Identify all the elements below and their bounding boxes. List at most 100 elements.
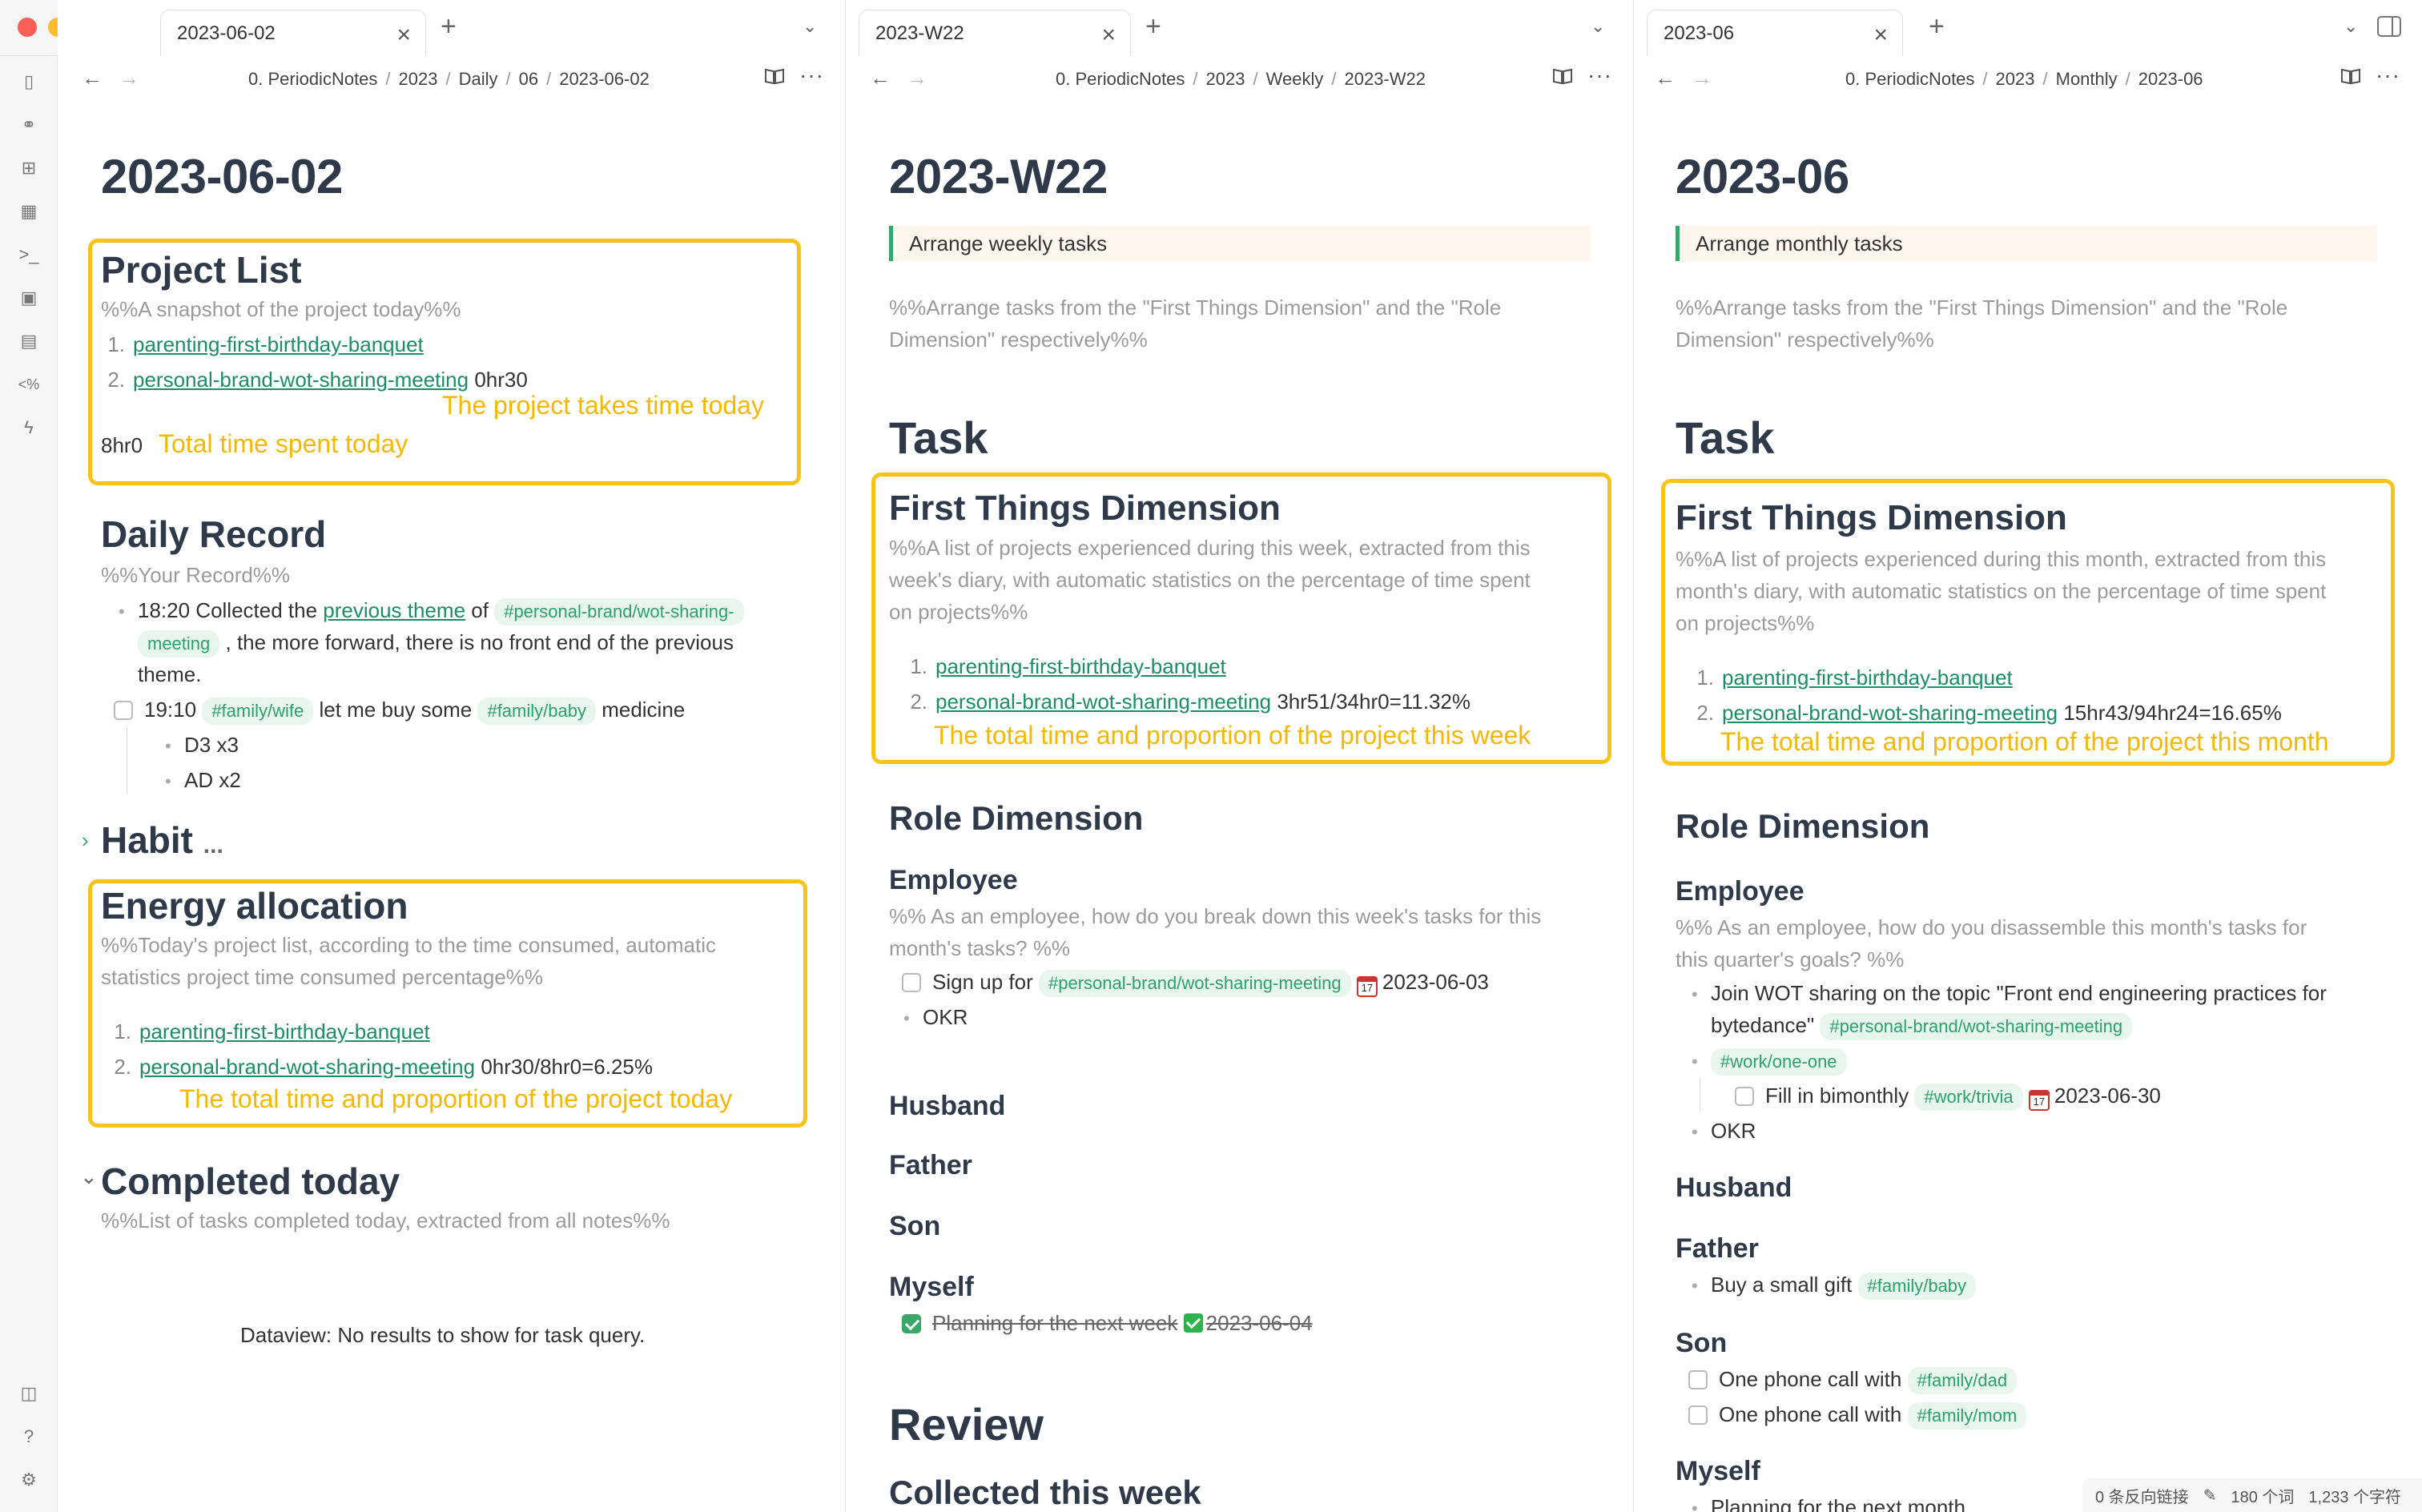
more-options-icon[interactable]: ··· — [1587, 62, 1612, 88]
heading-review: Review — [889, 1399, 1044, 1450]
calendar-icon[interactable]: ▦ — [18, 200, 40, 223]
dataview-message: Dataview: No results to show for task qu… — [240, 1323, 646, 1347]
tab-daily[interactable]: 2023-06-02 × — [160, 10, 426, 56]
more-options-icon[interactable]: ··· — [2376, 62, 2400, 88]
pane-monthly: 2023-06 × + ⌄ ← → 0. PeriodicNotes/2023/… — [1634, 0, 2422, 1512]
tab-label: 2023-06-02 — [177, 22, 276, 44]
reading-view-icon[interactable] — [764, 67, 785, 85]
heading-role-dimension: Role Dimension — [1676, 807, 1930, 845]
tab-bar: 2023-06-02 × + ⌄ — [58, 0, 845, 56]
tab-monthly[interactable]: 2023-06 × — [1647, 10, 1903, 56]
tag[interactable]: #personal-brand/wot-sharing-meeting — [1820, 1013, 2133, 1040]
highlight-box — [88, 879, 807, 1128]
comment: %%Arrange tasks from the "First Things D… — [889, 296, 1502, 320]
task-item: 19:10 #family/wife let me buy some #fami… — [114, 694, 685, 726]
new-tab-icon[interactable]: + — [1929, 11, 1945, 42]
vault-icon[interactable]: ◫ — [18, 1382, 40, 1405]
ribbon: ▯ ⚭ ⊞ ▦ >_ ▣ ▤ <% ϟ ◫ ? ⚙ — [0, 56, 58, 1512]
task-checkbox[interactable] — [1688, 1370, 1708, 1389]
chevron-down-icon[interactable]: ⌄ — [2344, 16, 2358, 37]
breadcrumb-item[interactable]: 2023-W22 — [1344, 69, 1426, 89]
fold-chevron-icon[interactable]: › — [82, 828, 89, 853]
breadcrumb-item[interactable]: Monthly — [2056, 69, 2118, 89]
breadcrumb-item[interactable]: 0. PeriodicNotes — [1845, 69, 1974, 89]
right-sidebar-toggle-icon[interactable] — [2377, 16, 2401, 37]
tag[interactable]: meeting — [138, 630, 220, 657]
task-checkbox-checked[interactable] — [902, 1314, 921, 1333]
file-plus-icon[interactable]: ▯ — [18, 70, 40, 93]
tag[interactable]: #family/baby — [477, 698, 596, 725]
breadcrumb-item[interactable]: Daily — [459, 69, 498, 89]
tag[interactable]: #family/dad — [1907, 1367, 2018, 1394]
code-icon[interactable]: <% — [18, 373, 40, 396]
close-tab-icon[interactable]: × — [1101, 22, 1116, 49]
terminal-icon[interactable]: >_ — [18, 243, 40, 266]
breadcrumb-item[interactable]: 0. PeriodicNotes — [1056, 69, 1185, 89]
comment: %%Arrange tasks from the "First Things D… — [1676, 296, 2288, 320]
heading-employee: Employee — [889, 865, 1018, 895]
reading-view-icon[interactable] — [2340, 67, 2361, 85]
new-tab-icon[interactable]: + — [1145, 11, 1161, 42]
tag[interactable]: #personal-brand/wot-sharing- — [494, 598, 744, 625]
tab-weekly[interactable]: 2023-W22 × — [859, 10, 1131, 56]
highlight-box — [871, 472, 1611, 764]
char-count: 1,233 个字符 — [2308, 1488, 2401, 1506]
help-icon[interactable]: ? — [18, 1426, 40, 1448]
internal-link[interactable]: previous theme — [323, 598, 465, 622]
comment: %%Your Record%% — [101, 563, 291, 587]
task-checkbox[interactable] — [902, 973, 921, 992]
tag[interactable]: #personal-brand/wot-sharing-meeting — [1038, 970, 1351, 997]
breadcrumb-item[interactable]: 0. PeriodicNotes — [248, 69, 377, 89]
backlinks-count[interactable]: 0 条反向链接 — [2095, 1484, 2189, 1507]
new-tab-icon[interactable]: + — [441, 11, 457, 42]
comment: this quarter's goals? %% — [1676, 947, 1905, 971]
fold-chevron-icon[interactable]: ⌄ — [80, 1164, 98, 1189]
heading-completed-today: Completed today — [101, 1160, 400, 1202]
task-checkbox[interactable] — [1688, 1405, 1708, 1425]
more-options-icon[interactable]: ··· — [799, 62, 824, 88]
reading-view-icon[interactable] — [1552, 67, 1573, 85]
breadcrumb-item[interactable]: 2023-06-02 — [559, 69, 650, 89]
note-title: 2023-06 — [1676, 150, 1849, 203]
close-tab-icon[interactable]: × — [396, 22, 411, 49]
collapsed-indicator[interactable]: ... — [203, 832, 223, 859]
breadcrumb: 0. PeriodicNotes/2023/Daily/06/2023-06-0… — [248, 69, 650, 89]
forward-arrow-icon[interactable]: → — [907, 66, 927, 90]
tag[interactable]: #family/baby — [1857, 1273, 1977, 1300]
back-arrow-icon[interactable]: ← — [870, 66, 891, 90]
forward-arrow-icon[interactable]: → — [1692, 66, 1712, 90]
image-icon[interactable]: ▣ — [18, 287, 40, 309]
list-item-continuation: theme. — [138, 662, 202, 686]
heading-son: Son — [889, 1211, 941, 1241]
settings-icon[interactable]: ⚙ — [18, 1469, 40, 1491]
breadcrumb-item[interactable]: 2023 — [1206, 69, 1245, 89]
nav-bar: ← → 0. PeriodicNotes/2023/Weekly/2023-W2… — [846, 56, 1633, 103]
breadcrumb-item[interactable]: 06 — [519, 69, 538, 89]
chevron-down-icon[interactable]: ⌄ — [803, 16, 817, 37]
canvas-icon[interactable]: ⊞ — [18, 157, 40, 179]
close-tab-icon[interactable]: × — [1873, 22, 1888, 49]
note-title: 2023-06-02 — [101, 150, 343, 203]
tag[interactable]: #family/wife — [202, 698, 314, 725]
pencil-icon[interactable]: ✎ — [2203, 1486, 2217, 1506]
breadcrumb-item[interactable]: 2023 — [1996, 69, 2035, 89]
graph-icon[interactable]: ⚭ — [18, 114, 40, 136]
tag[interactable]: #family/mom — [1907, 1402, 2027, 1430]
tag[interactable]: #work/one-one — [1711, 1048, 1847, 1076]
chevron-down-icon[interactable]: ⌄ — [1591, 16, 1605, 37]
task-checkbox[interactable] — [1735, 1087, 1754, 1106]
back-arrow-icon[interactable]: ← — [1655, 66, 1676, 90]
task-item: One phone call with #family/dad — [1688, 1363, 2018, 1395]
breadcrumb-item[interactable]: 2023-06 — [2138, 69, 2203, 89]
close-window-button[interactable] — [18, 18, 37, 37]
nav-bar: ← → 0. PeriodicNotes/2023/Monthly/2023-0… — [1634, 56, 2422, 103]
pane-daily: 2023-06-02 × + ⌄ ← → 0. PeriodicNotes/20… — [58, 0, 846, 1512]
forward-arrow-icon[interactable]: → — [119, 66, 139, 90]
back-arrow-icon[interactable]: ← — [82, 66, 103, 90]
breadcrumb-item[interactable]: Weekly — [1266, 69, 1324, 89]
layout-icon[interactable]: ▤ — [18, 330, 40, 352]
lightning-icon[interactable]: ϟ — [18, 416, 40, 439]
tag[interactable]: #work/trivia — [1914, 1084, 2023, 1111]
breadcrumb-item[interactable]: 2023 — [399, 69, 438, 89]
task-checkbox[interactable] — [114, 701, 133, 720]
